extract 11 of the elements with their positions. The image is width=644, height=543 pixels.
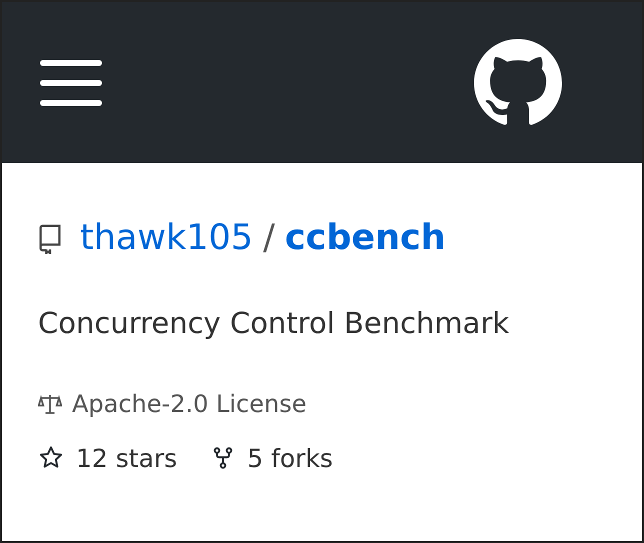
path-separator: /	[263, 221, 275, 256]
stars-link[interactable]: 12 stars	[76, 440, 178, 477]
license-text: Apache-2.0 License	[72, 388, 306, 420]
repo-description: Concurrency Control Benchmark	[38, 305, 510, 342]
scale-icon	[38, 392, 62, 414]
repo-name-link[interactable]: ccbench	[284, 221, 446, 256]
octocat-logo-icon[interactable]	[474, 38, 562, 126]
menu-icon[interactable]	[40, 60, 102, 106]
forks-link[interactable]: 5 forks	[247, 440, 333, 477]
owner-link[interactable]: thawk105	[80, 221, 254, 256]
repo-icon	[38, 224, 62, 254]
